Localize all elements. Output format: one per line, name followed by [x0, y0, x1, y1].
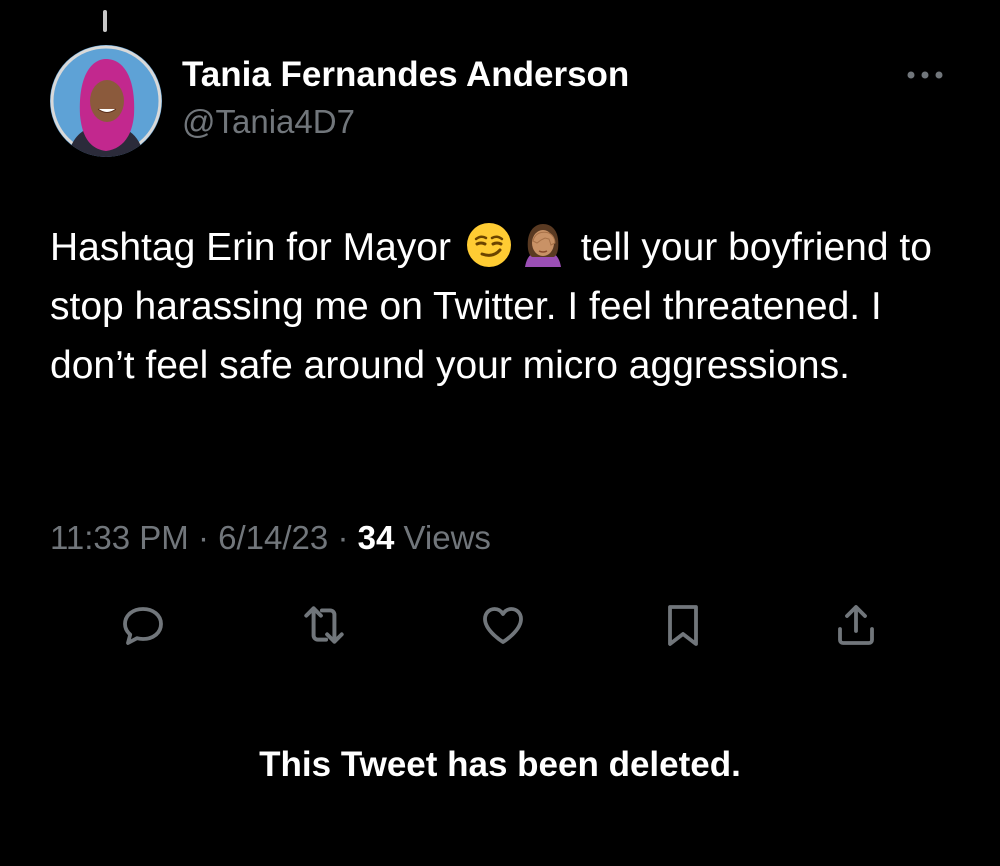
meta-separator: ·	[337, 519, 349, 556]
author-handle[interactable]: @Tania4D7	[182, 103, 355, 141]
reply-icon[interactable]	[118, 600, 168, 650]
meta-separator: ·	[197, 519, 209, 556]
tweet-actions-bar	[0, 600, 1000, 650]
views-count[interactable]: 34	[358, 519, 395, 556]
author-avatar[interactable]	[50, 45, 162, 157]
thread-connector-line	[103, 10, 107, 32]
share-icon[interactable]	[831, 600, 881, 650]
bookmark-icon[interactable]	[658, 600, 708, 650]
like-heart-icon[interactable]	[478, 600, 528, 650]
deleted-notice: This Tweet has been deleted.	[259, 745, 741, 784]
tweet-text-part1: Hashtag Erin for Mayor	[50, 226, 451, 269]
retweet-icon[interactable]	[299, 600, 349, 650]
smirking-face-icon	[465, 221, 513, 269]
views-label[interactable]: Views	[404, 519, 491, 556]
tweet-time[interactable]: 11:33 PM	[50, 519, 189, 556]
person-facepalming-icon	[519, 221, 567, 269]
tweet-meta: 11:33 PM · 6/14/23 · 34 Views	[50, 519, 491, 557]
tweet-date[interactable]: 6/14/23	[218, 519, 328, 556]
more-options-icon[interactable]	[900, 60, 950, 90]
author-name[interactable]: Tania Fernandes Anderson	[182, 55, 629, 95]
tweet-text: Hashtag Erin for Mayor tell your boyfrie…	[50, 218, 950, 395]
